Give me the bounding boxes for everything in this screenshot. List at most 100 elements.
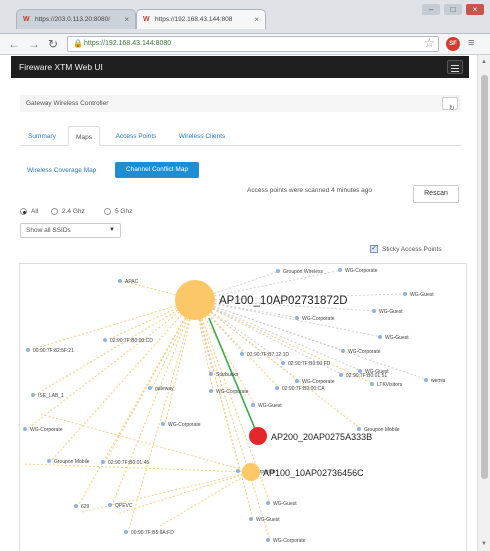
hamburger-menu-icon[interactable] xyxy=(447,60,463,74)
ap-node-label: WG-Corporate xyxy=(348,349,381,355)
close-tab-icon[interactable]: × xyxy=(124,15,129,24)
app-header: Fireware XTM Web UI xyxy=(11,56,469,78)
scroll-down-arrow-icon[interactable]: ▼ xyxy=(481,541,487,547)
tab-wireless-clients[interactable]: Wireless Clients xyxy=(170,126,234,146)
ap-node-label: 00:90:7F:B5:6A:FD xyxy=(131,530,174,536)
tab-summary[interactable]: Summary xyxy=(20,126,64,146)
refresh-button[interactable]: ↻ xyxy=(442,97,458,112)
checkbox-checked-icon[interactable]: ✓ xyxy=(370,245,378,253)
reload-icon[interactable]: ↻ xyxy=(48,37,58,51)
ap-node-dot xyxy=(209,372,213,376)
sticky-access-points-label: Sticky Access Points xyxy=(382,245,442,253)
ap-node-dot xyxy=(23,427,27,431)
ap-node-dot xyxy=(101,460,105,464)
ssid-filter-value: Show all SSIDs xyxy=(26,227,71,234)
ap-node-dot xyxy=(372,309,376,313)
ap-node-dot xyxy=(276,269,280,273)
chevron-down-icon: ▼ xyxy=(109,227,115,233)
browser-tab-2[interactable]: W https://192.168.43.144:808 × xyxy=(136,9,266,29)
ap-node-label: Groupon Wireless xyxy=(283,269,324,275)
ap-node-dot xyxy=(339,373,343,377)
minimize-icon[interactable]: – xyxy=(422,4,440,15)
ap-node-label: WG-Corporate xyxy=(273,538,306,544)
channel-conflict-map[interactable]: Groupon Wireless WG-Corporate APAC WG-Guest… xyxy=(19,263,467,551)
conflict-edge xyxy=(81,471,252,513)
band-option-all[interactable]: All xyxy=(20,208,38,215)
browser-tab-1[interactable]: W https://203.0.113.20:8080/ × xyxy=(16,9,136,29)
channel-conflict-map-button[interactable]: Channel Conflict Map xyxy=(115,162,199,178)
ap-node-dot xyxy=(236,469,240,473)
maximize-icon[interactable]: □ xyxy=(444,4,462,15)
ap-node-label: 02:90:7F:B0:01:45 xyxy=(108,460,149,466)
ap-node-label: Groupon Mobile xyxy=(54,459,90,465)
ap-node-label: WG-Guest xyxy=(385,335,409,341)
ap-node-dot xyxy=(209,389,213,393)
ap-node-label: WG-Corporate xyxy=(302,316,335,322)
bookmark-star-icon[interactable]: ☆ xyxy=(424,36,435,50)
conflict-edge xyxy=(194,299,346,352)
neighbor-access-point xyxy=(242,463,260,481)
tab-maps[interactable]: Maps xyxy=(68,126,100,146)
ap-node-dot xyxy=(266,538,270,542)
band-option-5ghz[interactable]: 5 Ghz xyxy=(104,208,132,215)
watchguard-favicon-icon: W xyxy=(23,16,30,23)
browser-tab-2-label: https://192.168.43.144:808 xyxy=(155,16,233,23)
ap-node-label: WG-Guest xyxy=(273,501,297,507)
ap-node-dot xyxy=(251,403,255,407)
radio-selected-icon xyxy=(20,208,27,215)
ap-node-label: 02:90:7F:B0:00:CD xyxy=(110,338,153,344)
conflict-edge xyxy=(194,299,362,430)
main-content: Gateway Wireless Controller ↻ Summary Ma… xyxy=(11,78,469,551)
window-controls: – □ × xyxy=(422,4,484,15)
ap-node-label: 02:90:7F:B0:00:CA xyxy=(282,386,325,392)
conflict-edge xyxy=(116,471,252,515)
watchguard-favicon-icon: W xyxy=(143,16,150,23)
wireless-coverage-map-link[interactable]: Wireless Coverage Map xyxy=(27,167,96,174)
ap-node-dot xyxy=(403,292,407,296)
scan-status: Access points were scanned 4 minutes ago xyxy=(247,187,373,194)
sticky-access-points-option[interactable]: ✓ Sticky Access Points xyxy=(370,245,442,253)
ap-node-label: LTKVisitors xyxy=(377,382,403,388)
conflict-edge xyxy=(104,299,196,463)
address-bar[interactable]: 🔒 https://192.168.43.144:8080 xyxy=(67,36,439,52)
ap-node-dot xyxy=(266,501,270,505)
lock-icon: 🔒 xyxy=(73,39,83,48)
ap-node-dot xyxy=(370,382,374,386)
band-option-2-4ghz[interactable]: 2.4 Ghz xyxy=(51,208,85,215)
ap-node-dot xyxy=(124,530,128,534)
extension-icon[interactable]: SF xyxy=(446,37,460,51)
rescan-button[interactable]: Rescan xyxy=(413,185,459,203)
ap-node-dot xyxy=(148,386,152,390)
ap-node-label: 629 xyxy=(81,504,90,510)
radio-icon xyxy=(104,208,111,215)
ap-node-dot xyxy=(103,338,107,342)
ap-node-label: WG-Corporate xyxy=(302,379,335,385)
conflicting-access-point xyxy=(249,427,267,445)
ap-node-dot xyxy=(26,348,30,352)
ap-node-dot xyxy=(74,504,78,508)
ssid-filter-select[interactable]: Show all SSIDs ▼ xyxy=(20,223,121,238)
scroll-up-arrow-icon[interactable]: ▲ xyxy=(481,59,487,65)
close-tab-icon[interactable]: × xyxy=(254,15,259,24)
ap-node-label: WG-Guest xyxy=(258,403,282,409)
ap-node-dot xyxy=(281,361,285,365)
back-arrow-icon[interactable]: ← xyxy=(8,37,20,51)
ap-node-dot xyxy=(357,427,361,431)
close-window-icon[interactable]: × xyxy=(466,4,484,15)
ap-node-dot xyxy=(47,459,51,463)
ap-node-dot xyxy=(31,393,35,397)
page-title-bar: Gateway Wireless Controller ↻ xyxy=(20,95,461,112)
forward-arrow-icon[interactable]: → xyxy=(28,37,40,51)
band-label-all: All xyxy=(31,208,39,215)
ap-node-label: WG-Corporate xyxy=(168,422,201,428)
browser-menu-icon[interactable]: ≡ xyxy=(468,37,474,49)
tab-access-points[interactable]: Access Points xyxy=(106,126,166,146)
scrollbar-thumb[interactable] xyxy=(481,75,488,479)
page-title: Gateway Wireless Controller xyxy=(26,100,109,107)
conflicting-access-point-label: AP200_20AP0275A333B xyxy=(271,432,372,442)
ap-node-dot xyxy=(295,379,299,383)
ap-node-dot xyxy=(341,349,345,353)
browser-tab-1-label: https://203.0.113.20:8080/ xyxy=(35,16,111,23)
page-scrollbar[interactable]: ▲ ▼ xyxy=(477,55,490,551)
radio-icon xyxy=(51,208,58,215)
